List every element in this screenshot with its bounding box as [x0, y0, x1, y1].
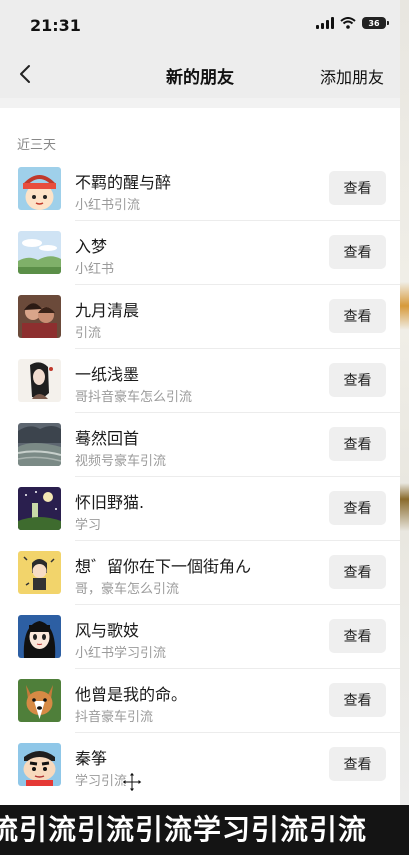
video-caption: 流引流引流引流学习引流引流: [0, 805, 409, 855]
view-button[interactable]: 查看: [329, 683, 386, 717]
friend-name: 九月清晨: [75, 301, 140, 320]
status-time: 21:31: [30, 16, 81, 35]
view-button[interactable]: 查看: [329, 363, 386, 397]
avatar: [18, 551, 61, 594]
friend-source: 抖音豪车引流: [75, 710, 154, 725]
friend-name: 一纸浅墨: [75, 365, 140, 384]
friend-source: 哥抖音豪车怎么引流: [75, 390, 193, 405]
friend-name: 风与歌妓: [75, 621, 140, 640]
friend-request-list: 近三天 不羁的醒与醉 小红书引流 查看 入梦 小红书 查看 九月清晨 引流 查看…: [0, 108, 400, 805]
avatar: [18, 295, 61, 338]
avatar: [18, 167, 61, 210]
friend-source: 小红书学习引流: [75, 646, 167, 661]
friend-source: 小红书引流: [75, 198, 141, 213]
status-icons: 36: [316, 17, 389, 29]
list-item[interactable]: 九月清晨 引流 查看: [0, 285, 400, 349]
view-button[interactable]: 查看: [329, 171, 386, 205]
avatar: [18, 423, 61, 466]
friend-name: 怀旧野猫.: [75, 493, 145, 512]
friend-source: 哥，豪车怎么引流: [75, 582, 180, 597]
signal-icon: [316, 17, 334, 29]
list-item[interactable]: 秦筝 学习引流 查看: [0, 733, 400, 797]
status-bar: 21:31 36: [0, 0, 400, 50]
friend-source: 小红书: [75, 262, 115, 277]
friend-source: 学习: [75, 518, 102, 533]
navigation-bar: 新的朋友 添加朋友: [0, 50, 400, 98]
avatar: [18, 359, 61, 402]
list-item[interactable]: 想゛留你在下一個街角ん 哥，豪车怎么引流 查看: [0, 541, 400, 605]
friend-name: 他曾是我的命。: [75, 685, 188, 704]
background-app-strip: [400, 0, 409, 805]
view-button[interactable]: 查看: [329, 235, 386, 269]
move-cursor-icon: [121, 771, 143, 793]
add-friends-button[interactable]: 添加朋友: [320, 64, 384, 88]
section-spacer: [0, 98, 400, 108]
list-item[interactable]: 入梦 小红书 查看: [0, 221, 400, 285]
avatar: [18, 743, 61, 786]
view-button[interactable]: 查看: [329, 555, 386, 589]
list-item[interactable]: 他曾是我的命。 抖音豪车引流 查看: [0, 669, 400, 733]
wechat-new-friends-screen: 21:31 36 新的朋友 添加朋友 近三天 不羁的醒与醉 小红书引流 查看 入…: [0, 0, 400, 805]
friend-source: 学习引流: [75, 774, 128, 789]
friend-name: 蓦然回首: [75, 429, 140, 448]
caption-text: 流引流引流引流学习引流引流: [0, 813, 368, 846]
view-button[interactable]: 查看: [329, 619, 386, 653]
view-button[interactable]: 查看: [329, 747, 386, 781]
wifi-icon: [340, 17, 356, 29]
list-item[interactable]: 怀旧野猫. 学习 查看: [0, 477, 400, 541]
avatar: [18, 615, 61, 658]
view-button[interactable]: 查看: [329, 299, 386, 333]
list-item[interactable]: 风与歌妓 小红书学习引流 查看: [0, 605, 400, 669]
friend-name: 入梦: [75, 237, 108, 256]
avatar: [18, 487, 61, 530]
view-button[interactable]: 查看: [329, 427, 386, 461]
friend-source: 引流: [75, 326, 102, 341]
section-header: 近三天: [17, 138, 57, 153]
friend-name: 不羁的醒与醉: [75, 173, 172, 192]
list-item[interactable]: 蓦然回首 视频号豪车引流 查看: [0, 413, 400, 477]
list-item[interactable]: 一纸浅墨 哥抖音豪车怎么引流 查看: [0, 349, 400, 413]
friend-name: 想゛留你在下一個街角ん: [75, 557, 252, 576]
view-button[interactable]: 查看: [329, 491, 386, 525]
friend-name: 秦筝: [75, 749, 108, 768]
list-item[interactable]: 不羁的醒与醉 小红书引流 查看: [0, 157, 400, 221]
battery-icon: 36: [362, 17, 389, 29]
avatar: [18, 679, 61, 722]
avatar: [18, 231, 61, 274]
friend-source: 视频号豪车引流: [75, 454, 167, 469]
